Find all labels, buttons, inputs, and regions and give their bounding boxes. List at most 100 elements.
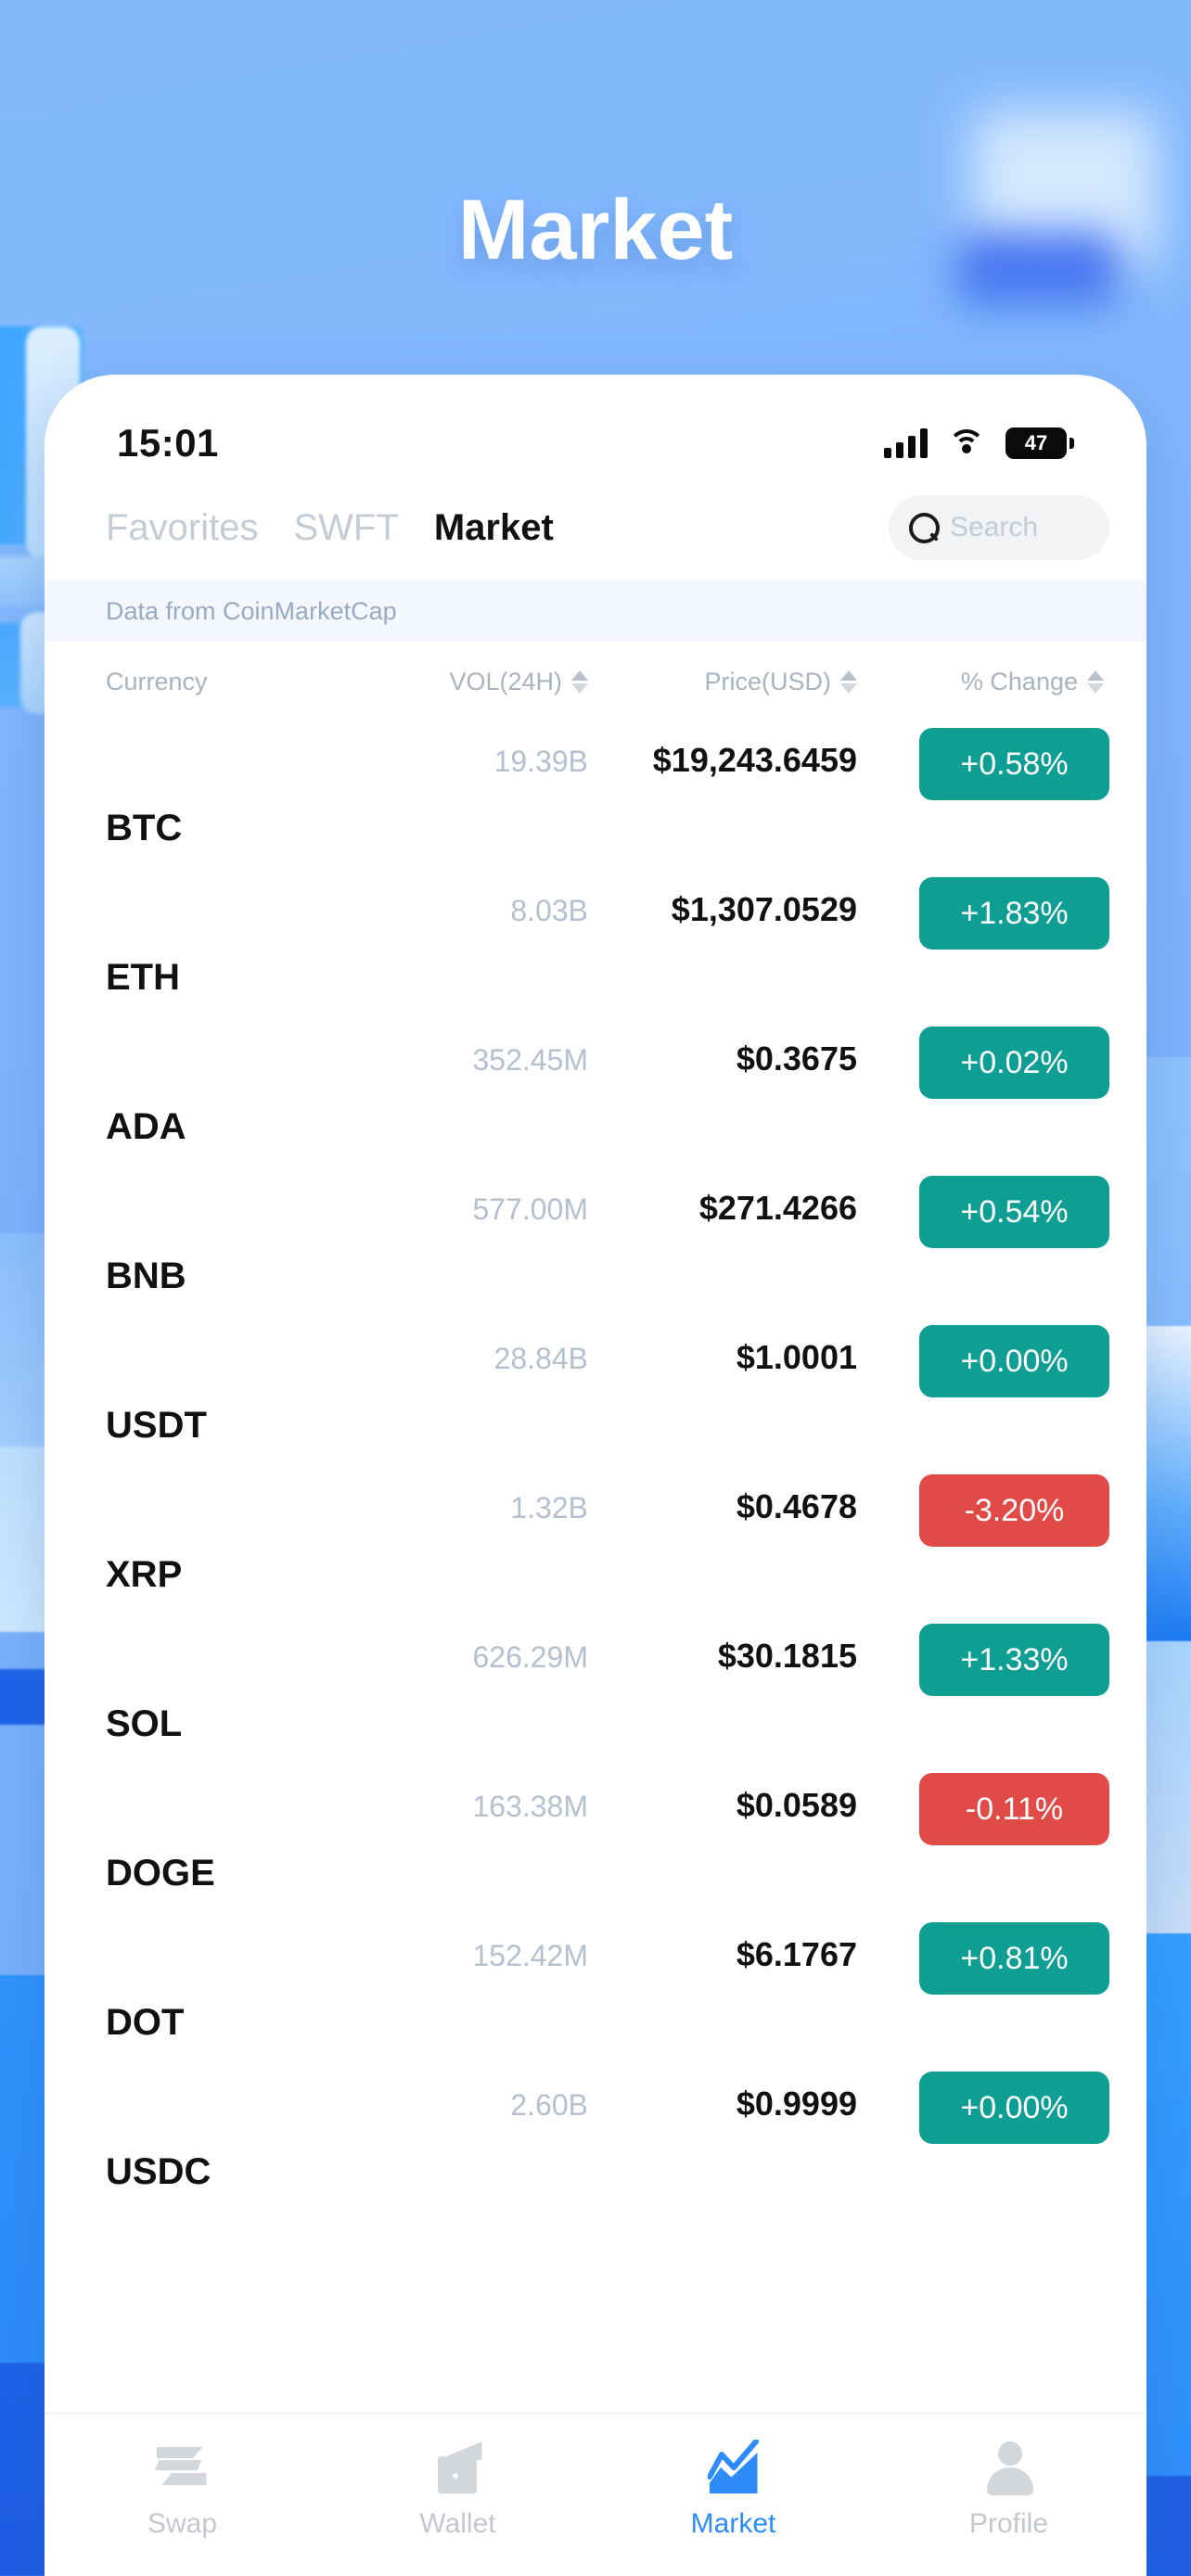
table-row[interactable]: DOT 152.42M $6.1767 +0.81% [106, 1915, 1109, 2064]
row-change-badge: -3.20% [919, 1474, 1109, 1547]
status-bar: 15:01 47 [45, 375, 1146, 478]
nav-item-profile[interactable]: Profile [871, 2438, 1146, 2540]
row-currency: ADA [106, 1106, 186, 1147]
row-volume: 352.45M [472, 1043, 588, 1077]
row-volume: 1.32B [510, 1491, 588, 1524]
tab-favorites[interactable]: Favorites [106, 507, 259, 549]
sort-icon-price[interactable] [840, 670, 857, 694]
row-price: $1.0001 [736, 1338, 857, 1376]
column-header-currency: Currency [106, 668, 208, 695]
row-change-badge: -0.11% [919, 1773, 1109, 1845]
tab-swft[interactable]: SWFT [294, 507, 399, 549]
row-change-wrap: +0.54% [857, 1168, 1109, 1248]
column-header-change[interactable]: % Change [857, 668, 1109, 696]
row-price: $271.4266 [698, 1189, 857, 1227]
column-header-price[interactable]: Price(USD) [588, 668, 857, 696]
row-price: $0.4678 [736, 1487, 857, 1525]
page-title: Market [457, 183, 734, 277]
row-volume: 152.42M [472, 1939, 588, 1972]
nav-item-swap[interactable]: Swap [45, 2438, 320, 2540]
table-row[interactable]: BTC 19.39B $19,243.6459 +0.58% [106, 721, 1109, 870]
row-currency: SOL [106, 1703, 183, 1744]
column-header-price-label: Price(USD) [704, 668, 831, 695]
battery-icon: 47 [1005, 427, 1074, 459]
profile-icon [980, 2438, 1039, 2495]
row-volume: 28.84B [493, 1342, 588, 1375]
row-price: $19,243.6459 [652, 741, 857, 779]
cellular-signal-icon [884, 428, 928, 458]
row-price: $0.0589 [736, 1786, 857, 1824]
data-source-label: Data from CoinMarketCap [106, 596, 397, 625]
table-row[interactable]: USDC 2.60B $0.9999 +0.00% [106, 2064, 1109, 2213]
table-row[interactable]: ADA 352.45M $0.3675 +0.02% [106, 1019, 1109, 1168]
wifi-icon [948, 429, 985, 457]
row-change-wrap: -0.11% [857, 1766, 1109, 1845]
market-chart-line [707, 2440, 759, 2480]
table-row[interactable]: BNB 577.00M $271.4266 +0.54% [106, 1168, 1109, 1318]
top-tabs-row: Favorites SWFT Market Search [45, 478, 1146, 580]
row-currency: DOGE [106, 1853, 215, 1894]
nav-item-wallet[interactable]: Wallet [320, 2438, 596, 2540]
row-change-wrap: +0.02% [857, 1019, 1109, 1099]
row-volume: 2.60B [510, 2088, 588, 2122]
row-currency: BTC [106, 808, 183, 848]
row-volume: 577.00M [472, 1192, 588, 1226]
column-header-volume[interactable]: VOL(24H) [356, 668, 588, 696]
market-table: BTC 19.39B $19,243.6459 +0.58% ETH 8.03B $1,30… [45, 721, 1146, 2213]
table-row[interactable]: SOL 626.29M $30.1815 +1.33% [106, 1616, 1109, 1766]
search-placeholder: Search [950, 512, 1039, 542]
row-currency: ETH [106, 957, 180, 998]
row-currency: BNB [106, 1256, 186, 1296]
battery-tip [1069, 438, 1074, 449]
row-change-badge: +0.54% [919, 1176, 1109, 1248]
row-change-badge: +0.00% [919, 2072, 1109, 2144]
nav-label-profile: Profile [968, 2508, 1049, 2539]
row-change-badge: +1.83% [919, 877, 1109, 950]
search-icon [907, 512, 940, 543]
table-row[interactable]: USDT 28.84B $1.0001 +0.00% [106, 1318, 1109, 1467]
row-volume: 8.03B [510, 894, 588, 927]
row-price: $0.3675 [736, 1039, 857, 1078]
row-currency: XRP [106, 1554, 183, 1595]
row-change-wrap: +1.33% [857, 1616, 1109, 1696]
status-bar-time: 15:01 [117, 421, 219, 465]
row-change-wrap: +1.83% [857, 870, 1109, 950]
row-change-wrap: +0.00% [857, 1318, 1109, 1397]
table-row[interactable]: DOGE 163.38M $0.0589 -0.11% [106, 1766, 1109, 1915]
row-price: $0.9999 [736, 2085, 857, 2123]
wallet-icon [429, 2438, 488, 2495]
row-change-badge: +0.81% [919, 1922, 1109, 1995]
row-change-wrap: +0.00% [857, 2064, 1109, 2144]
row-price: $30.1815 [717, 1637, 857, 1675]
table-row[interactable]: XRP 1.32B $0.4678 -3.20% [106, 1467, 1109, 1616]
status-bar-indicators: 47 [884, 427, 1074, 459]
swap-icon [153, 2438, 212, 2495]
row-volume: 163.38M [472, 1790, 588, 1823]
tab-market[interactable]: Market [434, 507, 554, 549]
row-change-badge: +0.00% [919, 1325, 1109, 1397]
row-change-badge: +1.33% [919, 1624, 1109, 1696]
row-volume: 19.39B [493, 745, 588, 778]
column-header-change-label: % Change [960, 668, 1078, 695]
row-currency: USDC [106, 2151, 211, 2192]
row-currency: DOT [106, 2002, 185, 2043]
table-header: Currency VOL(24H) Price(USD) % Change [45, 642, 1146, 721]
nav-item-market[interactable]: Market [596, 2438, 871, 2540]
market-chart-icon [704, 2438, 763, 2495]
nav-label-swap: Swap [147, 2508, 218, 2539]
row-price: $1,307.0529 [671, 890, 857, 928]
sort-icon-volume[interactable] [571, 670, 588, 694]
bottom-navigation: Swap Wallet Market Profile [45, 2413, 1146, 2576]
battery-level-label: 47 [1005, 427, 1067, 459]
sort-icon-change[interactable] [1087, 670, 1104, 694]
nav-label-wallet: Wallet [419, 2508, 496, 2539]
row-volume: 626.29M [472, 1640, 588, 1674]
column-header-volume-label: VOL(24H) [449, 668, 562, 695]
row-price: $6.1767 [736, 1935, 857, 1973]
data-source-banner: Data from CoinMarketCap [45, 580, 1146, 642]
search-input[interactable]: Search [889, 495, 1109, 560]
row-change-wrap: +0.81% [857, 1915, 1109, 1995]
row-change-wrap: -3.20% [857, 1467, 1109, 1547]
table-row[interactable]: ETH 8.03B $1,307.0529 +1.83% [106, 870, 1109, 1019]
row-change-badge: +0.02% [919, 1027, 1109, 1099]
